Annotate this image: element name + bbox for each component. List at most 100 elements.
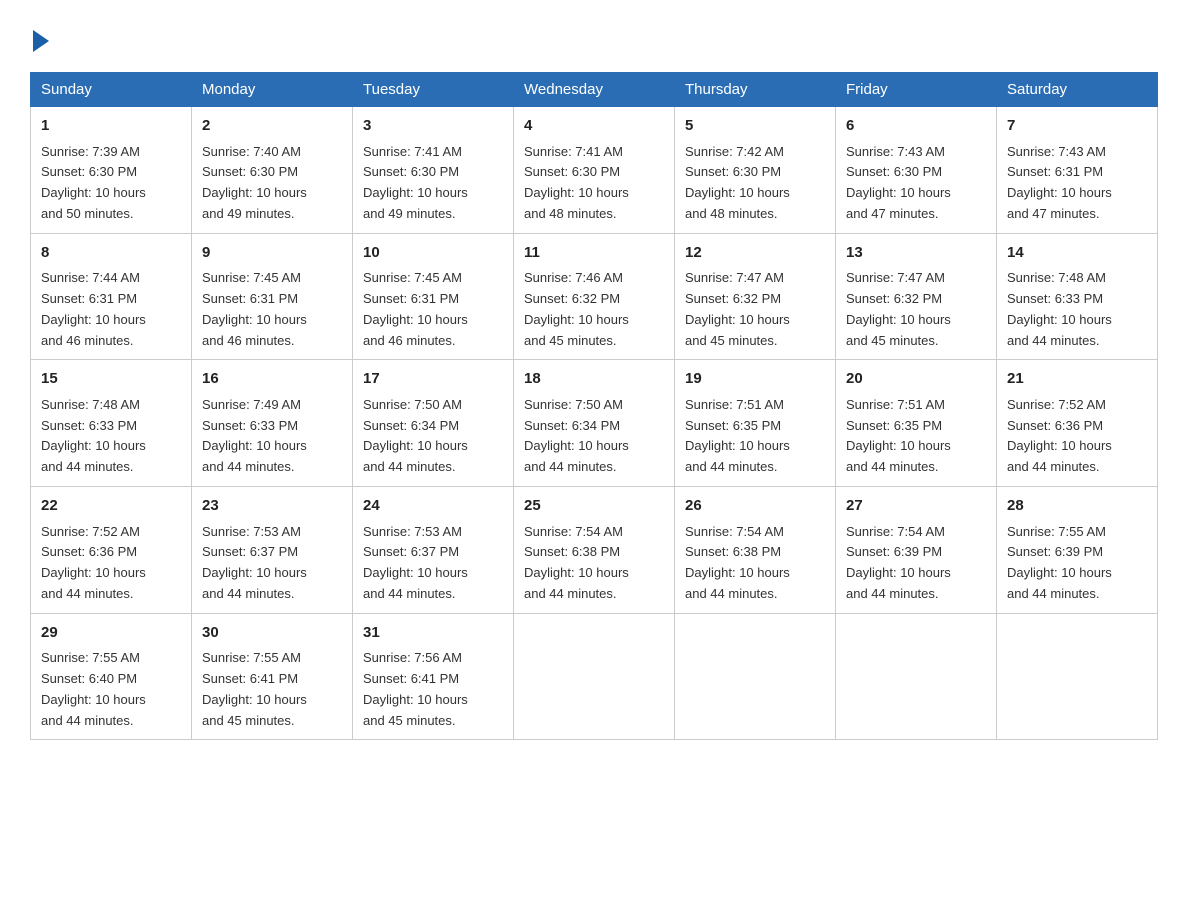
week-row-1: 1 Sunrise: 7:39 AMSunset: 6:30 PMDayligh… — [31, 107, 1158, 234]
day-info: Sunrise: 7:46 AMSunset: 6:32 PMDaylight:… — [524, 268, 664, 351]
calendar-cell: 19 Sunrise: 7:51 AMSunset: 6:35 PMDaylig… — [675, 360, 836, 487]
week-row-4: 22 Sunrise: 7:52 AMSunset: 6:36 PMDaylig… — [31, 487, 1158, 614]
day-info: Sunrise: 7:43 AMSunset: 6:31 PMDaylight:… — [1007, 142, 1147, 225]
week-row-2: 8 Sunrise: 7:44 AMSunset: 6:31 PMDayligh… — [31, 233, 1158, 360]
day-number: 28 — [1007, 495, 1147, 518]
header-wednesday: Wednesday — [514, 73, 675, 107]
calendar-cell: 31 Sunrise: 7:56 AMSunset: 6:41 PMDaylig… — [353, 613, 514, 740]
day-info: Sunrise: 7:41 AMSunset: 6:30 PMDaylight:… — [363, 142, 503, 225]
day-number: 23 — [202, 495, 342, 518]
day-number: 16 — [202, 368, 342, 391]
calendar-table: SundayMondayTuesdayWednesdayThursdayFrid… — [30, 72, 1158, 740]
calendar-cell: 24 Sunrise: 7:53 AMSunset: 6:37 PMDaylig… — [353, 487, 514, 614]
calendar-cell: 20 Sunrise: 7:51 AMSunset: 6:35 PMDaylig… — [836, 360, 997, 487]
day-number: 2 — [202, 115, 342, 138]
calendar-cell: 9 Sunrise: 7:45 AMSunset: 6:31 PMDayligh… — [192, 233, 353, 360]
day-number: 14 — [1007, 242, 1147, 265]
day-info: Sunrise: 7:52 AMSunset: 6:36 PMDaylight:… — [1007, 395, 1147, 478]
day-number: 6 — [846, 115, 986, 138]
day-number: 8 — [41, 242, 181, 265]
day-info: Sunrise: 7:44 AMSunset: 6:31 PMDaylight:… — [41, 268, 181, 351]
calendar-cell: 26 Sunrise: 7:54 AMSunset: 6:38 PMDaylig… — [675, 487, 836, 614]
day-number: 1 — [41, 115, 181, 138]
day-number: 31 — [363, 622, 503, 645]
calendar-cell: 15 Sunrise: 7:48 AMSunset: 6:33 PMDaylig… — [31, 360, 192, 487]
calendar-cell: 6 Sunrise: 7:43 AMSunset: 6:30 PMDayligh… — [836, 107, 997, 234]
calendar-cell: 2 Sunrise: 7:40 AMSunset: 6:30 PMDayligh… — [192, 107, 353, 234]
day-number: 15 — [41, 368, 181, 391]
calendar-cell: 1 Sunrise: 7:39 AMSunset: 6:30 PMDayligh… — [31, 107, 192, 234]
week-row-3: 15 Sunrise: 7:48 AMSunset: 6:33 PMDaylig… — [31, 360, 1158, 487]
calendar-cell: 18 Sunrise: 7:50 AMSunset: 6:34 PMDaylig… — [514, 360, 675, 487]
calendar-cell: 17 Sunrise: 7:50 AMSunset: 6:34 PMDaylig… — [353, 360, 514, 487]
day-info: Sunrise: 7:47 AMSunset: 6:32 PMDaylight:… — [685, 268, 825, 351]
day-info: Sunrise: 7:39 AMSunset: 6:30 PMDaylight:… — [41, 142, 181, 225]
calendar-cell — [514, 613, 675, 740]
day-number: 18 — [524, 368, 664, 391]
day-number: 21 — [1007, 368, 1147, 391]
day-number: 26 — [685, 495, 825, 518]
header-monday: Monday — [192, 73, 353, 107]
calendar-cell: 13 Sunrise: 7:47 AMSunset: 6:32 PMDaylig… — [836, 233, 997, 360]
day-info: Sunrise: 7:45 AMSunset: 6:31 PMDaylight:… — [363, 268, 503, 351]
day-number: 20 — [846, 368, 986, 391]
day-info: Sunrise: 7:51 AMSunset: 6:35 PMDaylight:… — [685, 395, 825, 478]
calendar-cell: 4 Sunrise: 7:41 AMSunset: 6:30 PMDayligh… — [514, 107, 675, 234]
day-info: Sunrise: 7:52 AMSunset: 6:36 PMDaylight:… — [41, 522, 181, 605]
day-number: 10 — [363, 242, 503, 265]
logo — [30, 30, 49, 52]
calendar-cell: 10 Sunrise: 7:45 AMSunset: 6:31 PMDaylig… — [353, 233, 514, 360]
day-number: 29 — [41, 622, 181, 645]
calendar-cell: 30 Sunrise: 7:55 AMSunset: 6:41 PMDaylig… — [192, 613, 353, 740]
day-number: 19 — [685, 368, 825, 391]
header-tuesday: Tuesday — [353, 73, 514, 107]
header-friday: Friday — [836, 73, 997, 107]
header-saturday: Saturday — [997, 73, 1158, 107]
day-info: Sunrise: 7:43 AMSunset: 6:30 PMDaylight:… — [846, 142, 986, 225]
day-info: Sunrise: 7:55 AMSunset: 6:41 PMDaylight:… — [202, 648, 342, 731]
day-number: 17 — [363, 368, 503, 391]
day-info: Sunrise: 7:56 AMSunset: 6:41 PMDaylight:… — [363, 648, 503, 731]
day-info: Sunrise: 7:42 AMSunset: 6:30 PMDaylight:… — [685, 142, 825, 225]
day-number: 11 — [524, 242, 664, 265]
day-info: Sunrise: 7:54 AMSunset: 6:38 PMDaylight:… — [685, 522, 825, 605]
calendar-cell: 22 Sunrise: 7:52 AMSunset: 6:36 PMDaylig… — [31, 487, 192, 614]
calendar-cell: 27 Sunrise: 7:54 AMSunset: 6:39 PMDaylig… — [836, 487, 997, 614]
day-number: 22 — [41, 495, 181, 518]
day-info: Sunrise: 7:50 AMSunset: 6:34 PMDaylight:… — [524, 395, 664, 478]
day-number: 24 — [363, 495, 503, 518]
header-sunday: Sunday — [31, 73, 192, 107]
calendar-cell: 5 Sunrise: 7:42 AMSunset: 6:30 PMDayligh… — [675, 107, 836, 234]
page-header — [30, 20, 1158, 52]
day-info: Sunrise: 7:45 AMSunset: 6:31 PMDaylight:… — [202, 268, 342, 351]
day-number: 3 — [363, 115, 503, 138]
day-info: Sunrise: 7:53 AMSunset: 6:37 PMDaylight:… — [202, 522, 342, 605]
day-info: Sunrise: 7:50 AMSunset: 6:34 PMDaylight:… — [363, 395, 503, 478]
calendar-header-row: SundayMondayTuesdayWednesdayThursdayFrid… — [31, 73, 1158, 107]
calendar-cell: 25 Sunrise: 7:54 AMSunset: 6:38 PMDaylig… — [514, 487, 675, 614]
calendar-cell: 14 Sunrise: 7:48 AMSunset: 6:33 PMDaylig… — [997, 233, 1158, 360]
calendar-cell — [997, 613, 1158, 740]
day-info: Sunrise: 7:55 AMSunset: 6:40 PMDaylight:… — [41, 648, 181, 731]
day-number: 25 — [524, 495, 664, 518]
calendar-cell — [836, 613, 997, 740]
day-info: Sunrise: 7:54 AMSunset: 6:39 PMDaylight:… — [846, 522, 986, 605]
day-number: 9 — [202, 242, 342, 265]
day-info: Sunrise: 7:54 AMSunset: 6:38 PMDaylight:… — [524, 522, 664, 605]
day-number: 27 — [846, 495, 986, 518]
logo-arrow-icon — [33, 30, 49, 52]
calendar-cell: 28 Sunrise: 7:55 AMSunset: 6:39 PMDaylig… — [997, 487, 1158, 614]
day-info: Sunrise: 7:47 AMSunset: 6:32 PMDaylight:… — [846, 268, 986, 351]
day-info: Sunrise: 7:55 AMSunset: 6:39 PMDaylight:… — [1007, 522, 1147, 605]
day-number: 30 — [202, 622, 342, 645]
calendar-cell: 12 Sunrise: 7:47 AMSunset: 6:32 PMDaylig… — [675, 233, 836, 360]
calendar-cell: 11 Sunrise: 7:46 AMSunset: 6:32 PMDaylig… — [514, 233, 675, 360]
calendar-cell: 7 Sunrise: 7:43 AMSunset: 6:31 PMDayligh… — [997, 107, 1158, 234]
day-number: 5 — [685, 115, 825, 138]
calendar-cell: 8 Sunrise: 7:44 AMSunset: 6:31 PMDayligh… — [31, 233, 192, 360]
day-number: 13 — [846, 242, 986, 265]
day-info: Sunrise: 7:41 AMSunset: 6:30 PMDaylight:… — [524, 142, 664, 225]
calendar-cell: 16 Sunrise: 7:49 AMSunset: 6:33 PMDaylig… — [192, 360, 353, 487]
calendar-cell: 29 Sunrise: 7:55 AMSunset: 6:40 PMDaylig… — [31, 613, 192, 740]
calendar-cell — [675, 613, 836, 740]
